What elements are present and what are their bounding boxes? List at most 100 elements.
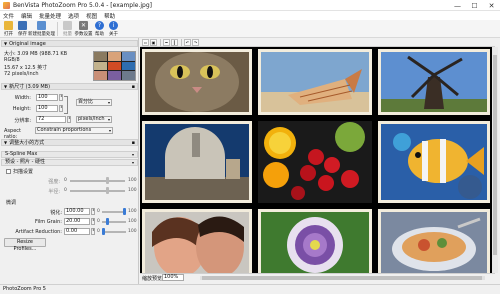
film-grain-input[interactable]: 20.00 (64, 218, 90, 225)
menu-edit[interactable]: 编辑 (21, 12, 32, 20)
sharpness-slider-track[interactable] (70, 180, 125, 182)
artifact-reduction-spinner[interactable]: ⇕ (91, 228, 95, 235)
resolution-input[interactable]: 72 (36, 116, 66, 123)
collapse-arrow-icon: ▼ (4, 140, 8, 145)
preset-settings-label: 参数设置 (74, 32, 93, 37)
pin-icon[interactable]: ▪ (132, 140, 135, 146)
collapse-arrow-icon: ▼ (4, 84, 8, 89)
resolution-spinner[interactable]: ⇕ (67, 116, 71, 123)
toolbar-separator (57, 22, 58, 36)
help-label: 帮助 (95, 32, 104, 37)
resize-profiles-button[interactable]: Resize Profiles... (4, 238, 46, 252)
menu-batch[interactable]: 批量处理 (39, 12, 61, 20)
artifact-reduction-max: 100 (128, 229, 137, 234)
folder-icon (4, 21, 13, 30)
film-grain-slider-thumb[interactable] (106, 218, 110, 225)
menu-help[interactable]: 帮助 (104, 12, 115, 20)
original-dimensions-info: 15.67 x 12.5 英寸 (4, 65, 48, 71)
artifact-reduction-slider-thumb[interactable] (102, 228, 105, 235)
food-bowl-photo (378, 209, 490, 273)
cat-photo (142, 49, 252, 115)
details-input[interactable]: 100.00 (64, 208, 90, 215)
minimize-button[interactable]: — (449, 0, 466, 11)
height-spinner[interactable]: ⇕ (59, 105, 63, 112)
open-button[interactable]: 打开 (2, 20, 15, 38)
preset-settings-button[interactable]: ✕ 参数设置 (74, 20, 93, 38)
help-icon: ? (95, 21, 104, 30)
vertical-scrollbar[interactable] (492, 47, 498, 273)
menu-view[interactable]: 视图 (86, 12, 97, 20)
window-title: BenVista PhotoZoom Pro 5.0.4 - [example.… (13, 1, 153, 9)
artifact-reduction-label: Artifact Reduction: (15, 229, 62, 235)
fish-photo (378, 121, 490, 203)
size-unit-select[interactable]: 百分比 (76, 99, 112, 106)
rotate-left-icon[interactable]: ↶ (184, 38, 191, 46)
details-min: 0 (97, 209, 100, 214)
width-label: Width: (14, 95, 31, 101)
rotate-right-icon[interactable]: ↷ (192, 38, 199, 46)
vertical-scroll-thumb[interactable] (493, 55, 497, 255)
image-preview[interactable] (140, 47, 492, 273)
details-max: 100 (128, 209, 137, 214)
menu-file[interactable]: 文件 (3, 12, 14, 20)
about-button[interactable]: i 关于 (107, 20, 120, 38)
resolution-label: 分辨率: (14, 118, 31, 124)
split-vertical-icon[interactable]: ║ (171, 38, 178, 46)
menu-bar: 文件 编辑 批量处理 选项 视图 帮助 (0, 11, 500, 20)
original-image-header[interactable]: ▼ Original image (1, 40, 138, 47)
width-input[interactable]: 100 (36, 94, 58, 101)
view-toolbar: ▫ ▣ ═ ║ ↶ ↷ (140, 38, 495, 47)
zoom-select[interactable]: 100% (162, 274, 184, 281)
sharpness-slider-thumb[interactable] (106, 177, 109, 184)
app-logo-icon (3, 1, 10, 9)
details-slider-thumb[interactable] (123, 208, 126, 215)
height-label: Height: (12, 106, 31, 112)
batch-button[interactable]: 批量 (61, 20, 74, 38)
new-batch-label: 新建批量处理 (28, 32, 55, 37)
batch-icon (63, 21, 72, 30)
fine-tuning-label: 微调 (6, 200, 17, 206)
advanced-label: 扫描设置 (13, 169, 34, 175)
zoom-bar: 缩放预览: 100% (140, 273, 495, 282)
horizontal-scroll-thumb[interactable] (202, 276, 482, 280)
split-horizontal-icon[interactable]: ═ (163, 38, 170, 46)
view-toolbar-separator (181, 38, 182, 46)
split-view-icon[interactable]: ▣ (150, 38, 157, 46)
view-toolbar-separator (160, 38, 161, 46)
radius-slider-thumb[interactable] (106, 187, 109, 194)
film-grain-min: 0 (97, 219, 100, 224)
passion-flower-photo (258, 209, 372, 273)
advanced-checkbox[interactable] (6, 169, 11, 174)
pin-icon[interactable]: ▪ (132, 84, 135, 90)
original-color-info: RGB/8 (4, 57, 20, 63)
new-batch-button[interactable]: 新建批量处理 (28, 20, 55, 38)
status-bar: PhotoZoom Pro 5 (0, 284, 500, 294)
resize-method-header[interactable]: ▼ 调整大小的方式 ▪ (1, 139, 138, 146)
radius-slider-track[interactable] (70, 190, 125, 192)
shell-photo (258, 49, 372, 115)
new-size-header[interactable]: ▼ 新尺寸 (3.09 MB) ▪ (1, 83, 138, 90)
new-size-title: 新尺寸 (3.09 MB) (9, 84, 51, 90)
details-spinner[interactable]: ⇕ (91, 208, 95, 215)
height-input[interactable]: 100 (36, 105, 58, 112)
single-view-icon[interactable]: ▫ (142, 38, 149, 46)
aspect-ratio-select[interactable]: Constrain proportions (35, 127, 113, 134)
preset-select[interactable]: 预设 - 照片 - 硬性 (1, 159, 138, 166)
menu-options[interactable]: 选项 (68, 12, 79, 20)
width-spinner[interactable]: ⇕ (59, 94, 63, 101)
main-toolbar: 打开 保存 新建批量处理 批量 ✕ 参数设置 ? 帮助 i 关于 (0, 20, 500, 38)
resize-method-select[interactable]: S-Spline Max (1, 151, 138, 158)
artifact-reduction-slider-track[interactable] (102, 231, 126, 233)
original-thumbnail[interactable] (93, 51, 136, 81)
close-button[interactable]: ✕ (483, 0, 500, 11)
radius-max: 100 (128, 188, 137, 193)
resolution-unit-select[interactable]: pixels/inch (76, 116, 112, 123)
artifact-reduction-input[interactable]: 0.00 (64, 228, 90, 235)
collapse-arrow-icon: ▼ (4, 41, 8, 46)
maximize-button[interactable]: ☐ (466, 0, 483, 11)
help-button[interactable]: ? 帮助 (93, 20, 106, 38)
sharpness-label: 强度: (48, 179, 60, 185)
details-label: 锐化: (50, 210, 62, 216)
batch-new-icon (37, 21, 46, 30)
film-grain-spinner[interactable]: ⇕ (91, 218, 95, 225)
